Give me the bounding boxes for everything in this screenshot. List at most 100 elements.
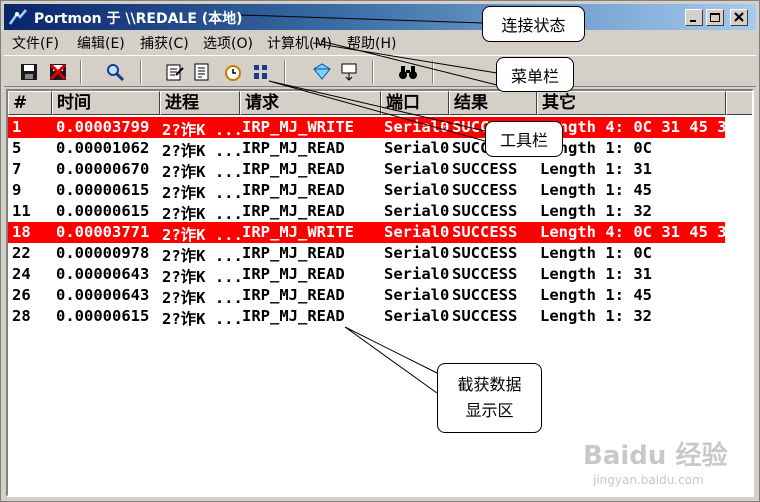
table-row[interactable]: 26 0.00000643 2?诈K ... IRP_MJ_READ Serial0 SU… — [8, 285, 752, 307]
callout-capture-area: 截获数据 显示区 — [437, 363, 542, 433]
close-icon — [734, 12, 744, 22]
title-bar[interactable]: Portmon 于 \\REDALE (本地) — [4, 4, 756, 30]
maximize-icon — [710, 13, 720, 22]
cell-proc: 2?诈K ... — [162, 142, 243, 160]
menu-edit[interactable]: 编辑(E) — [77, 33, 125, 53]
cell-num: 24 — [12, 265, 31, 283]
table-row[interactable]: 18 0.00003771 2?诈K ... IRP_MJ_WRITE Serial0 S… — [8, 222, 736, 244]
cell-port: Serial0 — [384, 181, 450, 199]
watermark-logo: Baidu 经验 — [583, 441, 728, 471]
cell-result: SUCCESS — [452, 223, 518, 241]
cell-other: Length 1: 32 — [540, 307, 652, 325]
cell-proc: 2?诈K ... — [162, 205, 243, 223]
cell-num: 28 — [12, 307, 31, 325]
cell-req: IRP_MJ_WRITE — [242, 118, 354, 136]
column-header-process[interactable]: 进程 — [160, 91, 240, 115]
cell-proc: 2?诈K ... — [162, 121, 243, 139]
menu-options[interactable]: 选项(O) — [203, 33, 253, 53]
cell-result: SUCCESS — [452, 202, 518, 220]
table-row[interactable]: 28 0.00000615 2?诈K ... IRP_MJ_READ Serial0 SU… — [8, 306, 752, 328]
cell-proc: 2?诈K ... — [162, 226, 243, 244]
column-header-result[interactable]: 结果 — [449, 91, 537, 115]
cell-port: Serial0 — [384, 223, 450, 241]
cell-result: SUCCESS — [452, 307, 518, 325]
table-row[interactable]: 50.000010622?诈K ...IRP_MJ_READSerial0SUC… — [8, 138, 752, 160]
table-row[interactable]: 11 0.00000615 2?诈K ... IRP_MJ_READ Serial0 SU… — [8, 201, 752, 223]
cell-port: Serial0 — [384, 118, 450, 136]
cell-num: 7 — [12, 160, 22, 178]
binoculars-icon[interactable] — [397, 61, 419, 83]
menu-capture[interactable]: 捕获(C) — [140, 33, 189, 53]
cell-req: IRP_MJ_READ — [242, 181, 345, 199]
cell-time: 0.00000615 — [56, 181, 150, 199]
table-row[interactable]: 22 0.00000978 2?诈K ... IRP_MJ_READ Serial0 SU… — [8, 243, 752, 265]
cell-num: 11 — [12, 202, 31, 220]
watermark-url: jingyan.baidu.com — [593, 473, 704, 487]
cell-result: SUCCESS — [452, 181, 518, 199]
cell-num: 9 — [12, 181, 22, 199]
portmon-window: Portmon 于 \\REDALE (本地) 文件(F) 编辑(E) 捕获(C… — [0, 0, 760, 502]
cell-other: Length 1: 45 — [540, 286, 652, 304]
toolbar-separator — [80, 60, 82, 84]
cell-time: 0.00003799 — [56, 118, 150, 136]
minimize-icon — [690, 20, 696, 22]
cell-num: 26 — [12, 286, 31, 304]
cell-time: 0.00000978 — [56, 244, 150, 262]
cell-proc: 2?诈K ... — [162, 289, 243, 307]
table-row[interactable]: 24 0.00000643 2?诈K ... IRP_MJ_READ Serial0 SU… — [8, 264, 752, 286]
cell-proc: 2?诈K ... — [162, 184, 243, 202]
portmon-app-icon — [8, 9, 27, 25]
minimize-button[interactable] — [685, 9, 703, 26]
save-icon[interactable] — [18, 61, 40, 83]
menu-computer[interactable]: 计算机(M) — [267, 33, 332, 53]
cell-other: Length 1: 45 — [540, 181, 652, 199]
toolbar-separator — [284, 60, 286, 84]
cell-result: SUCCESS — [452, 160, 518, 178]
menu-file[interactable]: 文件(F) — [12, 33, 59, 53]
column-header-other[interactable]: 其它 — [537, 91, 726, 115]
cell-req: IRP_MJ_WRITE — [242, 223, 354, 241]
toolbar-separator — [372, 60, 374, 84]
cell-proc: 2?诈K ... — [162, 163, 243, 181]
cell-proc: 2?诈K ... — [162, 310, 243, 328]
column-header-filler — [726, 91, 752, 115]
cell-other: Length 4: 0C 31 45 32 — [540, 118, 736, 136]
cell-port: Serial0 — [384, 202, 450, 220]
toolbar — [4, 55, 756, 87]
cell-time: 0.00000670 — [56, 160, 150, 178]
highlight-icon[interactable] — [311, 61, 333, 83]
column-header-num[interactable]: # — [8, 91, 52, 115]
column-header-request[interactable]: 请求 — [240, 91, 381, 115]
cell-result: SUCCESS — [452, 244, 518, 262]
find-icon[interactable] — [104, 61, 126, 83]
cell-req: IRP_MJ_READ — [242, 286, 345, 304]
cell-num: 1 — [12, 118, 22, 136]
cell-req: IRP_MJ_READ — [242, 139, 345, 157]
menu-help[interactable]: 帮助(H) — [347, 33, 396, 53]
cell-other: Length 1: 32 — [540, 202, 652, 220]
menu-bar: 文件(F) 编辑(E) 捕获(C) 选项(O) 计算机(M) 帮助(H) — [4, 30, 756, 54]
cell-port: Serial0 — [384, 286, 450, 304]
capture-icon[interactable] — [338, 61, 360, 83]
filter-icon[interactable] — [250, 61, 272, 83]
column-header-time[interactable]: 时间 — [52, 91, 160, 115]
history-icon[interactable] — [191, 61, 213, 83]
column-header-port[interactable]: 端口 — [381, 91, 449, 115]
cell-other: Length 1: 31 — [540, 265, 652, 283]
window-title: Portmon 于 \\REDALE (本地) — [34, 11, 243, 27]
table-row[interactable]: 7 0.00000670 2?诈K ... IRP_MJ_READ Serial0 SUC… — [8, 159, 752, 181]
clear-icon[interactable] — [47, 61, 69, 83]
autoscroll-icon[interactable] — [164, 61, 186, 83]
maximize-button[interactable] — [706, 9, 724, 26]
list-rows: 10.000037992?诈K ...IRP_MJ_WRITESerial0SU… — [8, 117, 752, 328]
cell-time: 0.00000615 — [56, 307, 150, 325]
cell-num: 5 — [12, 139, 22, 157]
cell-req: IRP_MJ_READ — [242, 202, 345, 220]
cell-result: SUCCESS — [452, 265, 518, 283]
close-button[interactable] — [730, 9, 748, 26]
cell-other: Length 1: 0C — [540, 244, 652, 262]
table-row[interactable]: 10.000037992?诈K ...IRP_MJ_WRITESerial0SU… — [8, 117, 736, 139]
cell-req: IRP_MJ_READ — [242, 307, 345, 325]
table-row[interactable]: 9 0.00000615 2?诈K ... IRP_MJ_READ Serial0 SUC… — [8, 180, 752, 202]
clock-icon[interactable] — [222, 61, 244, 83]
